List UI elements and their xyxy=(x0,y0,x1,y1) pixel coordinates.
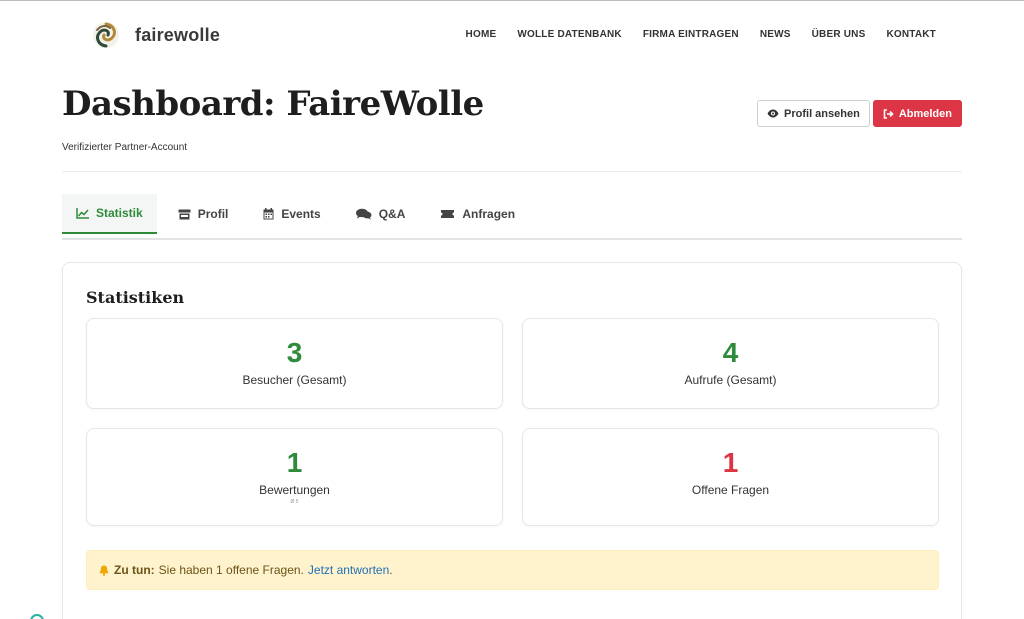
tab-anfragen[interactable]: Anfragen xyxy=(426,194,529,234)
eye-icon xyxy=(767,109,779,118)
tab-statistik[interactable]: Statistik xyxy=(62,194,157,234)
alert-strong: Zu tun: xyxy=(114,563,155,577)
stat-value: 4 xyxy=(722,337,739,368)
main-nav: HOME WOLLE DATENBANK FIRMA EINTRAGEN NEW… xyxy=(445,29,936,40)
tab-label: Events xyxy=(281,207,321,221)
stat-label: Aufrufe (Gesamt) xyxy=(684,373,777,387)
nav-firma-eintragen[interactable]: FIRMA EINTRAGEN xyxy=(643,29,739,40)
title-divider xyxy=(62,171,962,172)
header-actions: Profil ansehen Abmelden xyxy=(757,100,962,127)
stat-value: 1 xyxy=(722,447,739,478)
stat-subvalue: Ø 5 xyxy=(290,499,299,505)
page-subtitle: Verifizierter Partner-Account xyxy=(62,142,188,153)
brand[interactable]: fairewolle xyxy=(92,21,220,49)
brand-name: fairewolle xyxy=(135,24,221,45)
view-profile-button[interactable]: Profil ansehen xyxy=(757,100,870,127)
tab-qa[interactable]: Q&A xyxy=(342,194,420,234)
nav-wolle-datenbank[interactable]: WOLLE DATENBANK xyxy=(517,29,621,40)
stat-label: Offene Fragen xyxy=(691,483,770,497)
statistics-card: Statistiken 3 Besucher (Gesamt) 4 Aufruf… xyxy=(62,262,962,619)
logo-icon xyxy=(93,22,119,48)
statistics-title: Statistiken xyxy=(86,288,185,307)
stat-visitors: 3 Besucher (Gesamt) xyxy=(86,318,503,409)
stat-value: 3 xyxy=(286,337,303,368)
tab-label: Profil xyxy=(197,207,229,221)
dashboard-tabs: Statistik Profil Events Q&A Anfragen xyxy=(62,194,962,240)
stat-label: Bewertungen xyxy=(259,483,330,497)
sign-out-icon xyxy=(883,108,894,119)
scroll-top-button[interactable] xyxy=(30,614,44,619)
nav-kontakt[interactable]: KONTAKT xyxy=(886,29,936,40)
answer-now-link[interactable]: Jetzt antworten xyxy=(308,563,389,577)
calendar-icon xyxy=(263,208,274,220)
stat-views: 4 Aufrufe (Gesamt) xyxy=(522,318,939,409)
comments-icon xyxy=(355,208,372,220)
stat-ratings: 1 Bewertungen Ø 5 xyxy=(86,428,503,526)
ticket-icon xyxy=(441,210,455,218)
tab-label: Q&A xyxy=(378,207,406,221)
tab-label: Statistik xyxy=(96,206,143,220)
stat-open-questions: 1 Offene Fragen xyxy=(522,428,939,526)
stat-value: 1 xyxy=(286,447,303,478)
bell-icon xyxy=(99,565,109,576)
alert-text: Sie haben 1 offene Fragen. xyxy=(158,563,304,577)
logout-button[interactable]: Abmelden xyxy=(872,100,962,127)
view-profile-label: Profil ansehen xyxy=(784,107,860,120)
nav-news[interactable]: NEWS xyxy=(760,29,791,40)
alert-tail: . xyxy=(389,563,393,577)
site-header: fairewolle HOME WOLLE DATENBANK FIRMA EI… xyxy=(0,1,1024,69)
stat-label: Besucher (Gesamt) xyxy=(242,373,347,387)
tab-profil[interactable]: Profil xyxy=(164,194,243,234)
nav-ueber-uns[interactable]: ÜBER UNS xyxy=(812,29,866,40)
logout-label: Abmelden xyxy=(898,107,952,120)
nav-home[interactable]: HOME xyxy=(466,29,497,40)
store-icon xyxy=(178,209,191,219)
tab-events[interactable]: Events xyxy=(249,194,334,234)
chart-line-icon xyxy=(76,207,89,219)
page-title: Dashboard: FaireWolle xyxy=(62,84,484,124)
tab-label: Anfragen xyxy=(462,207,516,221)
todo-alert: Zu tun: Sie haben 1 offene Fragen. Jetzt… xyxy=(86,550,939,590)
